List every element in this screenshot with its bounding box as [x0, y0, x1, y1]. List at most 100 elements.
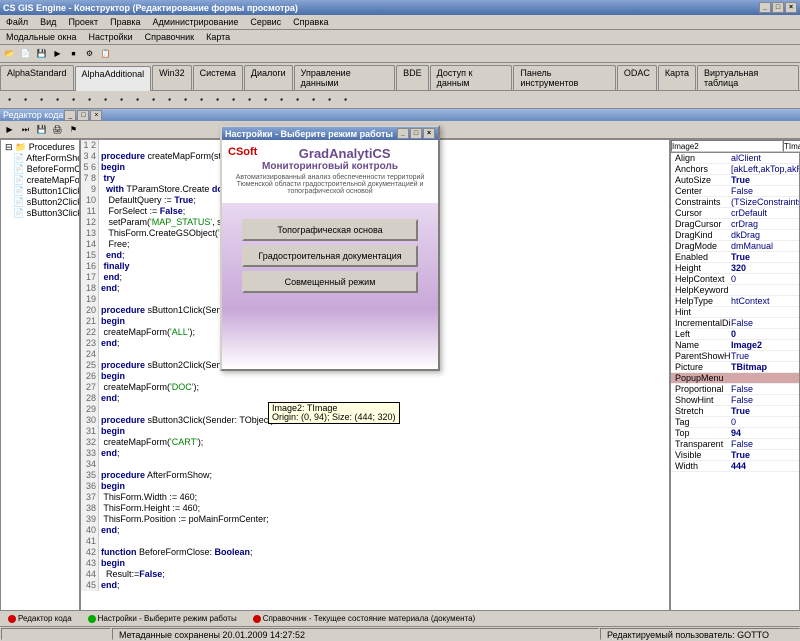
tool-icon[interactable]: ⚙ [82, 46, 97, 61]
property-value[interactable]: 0 [731, 417, 799, 427]
property-row[interactable]: IncrementalDisplayFalse [671, 318, 799, 329]
property-row[interactable]: Anchors[akLeft,akTop,akRight] [671, 164, 799, 175]
component-icon[interactable]: ▪ [82, 92, 97, 107]
property-value[interactable]: False [731, 318, 799, 328]
tool-icon[interactable]: ▶ [50, 46, 65, 61]
palette-tab[interactable]: Система [193, 65, 243, 90]
property-value[interactable]: False [731, 186, 799, 196]
menu-item[interactable]: Модальные окна [3, 31, 79, 43]
property-row[interactable]: DragKinddkDrag [671, 230, 799, 241]
component-icon[interactable]: ▪ [2, 92, 17, 107]
property-row[interactable]: Top94 [671, 428, 799, 439]
palette-tab[interactable]: Виртуальная таблица [697, 65, 799, 90]
component-icon[interactable]: ▪ [306, 92, 321, 107]
component-icon[interactable]: ▪ [178, 92, 193, 107]
property-row[interactable]: ParentShowHintTrue [671, 351, 799, 362]
property-value[interactable]: crDefault [731, 208, 799, 218]
property-row[interactable]: VisibleTrue [671, 450, 799, 461]
menu-item[interactable]: Карта [203, 31, 233, 43]
property-value[interactable]: True [731, 351, 799, 361]
run-icon[interactable]: ▶ [2, 122, 17, 137]
palette-tab[interactable]: ODAC [617, 65, 657, 90]
property-value[interactable] [731, 285, 799, 295]
property-row[interactable]: Width444 [671, 461, 799, 472]
tree-node[interactable]: 📄 sButton1Click [3, 186, 77, 197]
menu-item[interactable]: Справка [290, 16, 331, 28]
component-icon[interactable]: ▪ [130, 92, 145, 107]
property-row[interactable]: Left0 [671, 329, 799, 340]
bottom-tab[interactable]: Настройки - Выберите режим работы [84, 613, 241, 624]
close-icon[interactable]: × [423, 128, 435, 139]
palette-tab[interactable]: Диалоги [244, 65, 293, 90]
property-row[interactable]: EnabledTrue [671, 252, 799, 263]
property-row[interactable]: ShowHintFalse [671, 395, 799, 406]
mode-button[interactable]: Топографическая основа [242, 219, 418, 241]
property-value[interactable]: False [731, 395, 799, 405]
property-value[interactable]: True [731, 175, 799, 185]
component-icon[interactable]: ▪ [34, 92, 49, 107]
tool-icon[interactable]: 📋 [98, 46, 113, 61]
property-value[interactable]: 444 [731, 461, 799, 471]
property-row[interactable]: HelpKeyword [671, 285, 799, 296]
tool-icon[interactable]: ⏹ [66, 46, 81, 61]
property-row[interactable]: DragCursorcrDrag [671, 219, 799, 230]
property-row[interactable]: DragModedmManual [671, 241, 799, 252]
property-value[interactable]: 94 [731, 428, 799, 438]
property-value[interactable]: True [731, 252, 799, 262]
property-row[interactable]: Constraints(TSizeConstraints) [671, 197, 799, 208]
menu-item[interactable]: Сервис [247, 16, 284, 28]
tree-root[interactable]: ⊟ 📁 Procedures [3, 142, 77, 153]
property-value[interactable]: False [731, 384, 799, 394]
property-value[interactable]: 320 [731, 263, 799, 273]
property-value[interactable]: True [731, 450, 799, 460]
tree-node[interactable]: 📄 sButton2Click [3, 197, 77, 208]
minimize-icon[interactable]: _ [64, 110, 76, 121]
property-value[interactable]: htContext [731, 296, 799, 306]
mode-button[interactable]: Совмещенный режим [242, 271, 418, 293]
menu-item[interactable]: Настройки [85, 31, 135, 43]
property-row[interactable]: AutoSizeTrue [671, 175, 799, 186]
palette-tab[interactable]: Доступ к данным [430, 65, 513, 90]
palette-tab[interactable]: Панель инструментов [513, 65, 616, 90]
component-icon[interactable]: ▪ [226, 92, 241, 107]
minimize-icon[interactable]: _ [759, 2, 771, 13]
component-icon[interactable]: ▪ [210, 92, 225, 107]
tool-icon[interactable]: 📂 [2, 46, 17, 61]
property-value[interactable]: 0 [731, 274, 799, 284]
property-row[interactable]: Hint [671, 307, 799, 318]
component-icon[interactable]: ▪ [274, 92, 289, 107]
menu-item[interactable]: Справочник [142, 31, 198, 43]
property-row[interactable]: PopupMenu [671, 373, 799, 384]
tree-node[interactable]: 📄 sButton3Click [3, 208, 77, 219]
property-row[interactable]: Height320 [671, 263, 799, 274]
property-row[interactable]: CenterFalse [671, 186, 799, 197]
component-icon[interactable]: ▪ [242, 92, 257, 107]
maximize-icon[interactable]: □ [410, 128, 422, 139]
component-icon[interactable]: ▪ [50, 92, 65, 107]
tree-node[interactable]: 📄 BeforeFormClose [3, 164, 77, 175]
tree-node[interactable]: 📄 createMapForm [3, 175, 77, 186]
menu-item[interactable]: Проект [65, 16, 101, 28]
component-icon[interactable]: ▪ [290, 92, 305, 107]
bottom-tab[interactable]: Редактор кода [4, 613, 76, 624]
save-icon[interactable]: 💾 [34, 122, 49, 137]
property-row[interactable]: HelpTypehtContext [671, 296, 799, 307]
property-row[interactable]: Tag0 [671, 417, 799, 428]
component-icon[interactable]: ▪ [258, 92, 273, 107]
property-value[interactable]: True [731, 406, 799, 416]
component-icon[interactable]: ▪ [338, 92, 353, 107]
palette-tab[interactable]: Карта [658, 65, 696, 90]
mode-button[interactable]: Градостроительная документация [242, 245, 418, 267]
property-row[interactable]: StretchTrue [671, 406, 799, 417]
palette-tab[interactable]: AlphaAdditional [75, 66, 152, 91]
component-icon[interactable]: ▪ [194, 92, 209, 107]
property-value[interactable]: 0 [731, 329, 799, 339]
close-icon[interactable]: × [785, 2, 797, 13]
component-icon[interactable]: ▪ [114, 92, 129, 107]
property-value[interactable]: TBitmap [731, 362, 799, 372]
property-value[interactable]: dmManual [731, 241, 799, 251]
component-icon[interactable]: ▪ [98, 92, 113, 107]
tool-icon[interactable]: 💾 [34, 46, 49, 61]
property-value[interactable]: alClient [731, 153, 799, 163]
property-value[interactable]: (TSizeConstraints) [731, 197, 799, 207]
